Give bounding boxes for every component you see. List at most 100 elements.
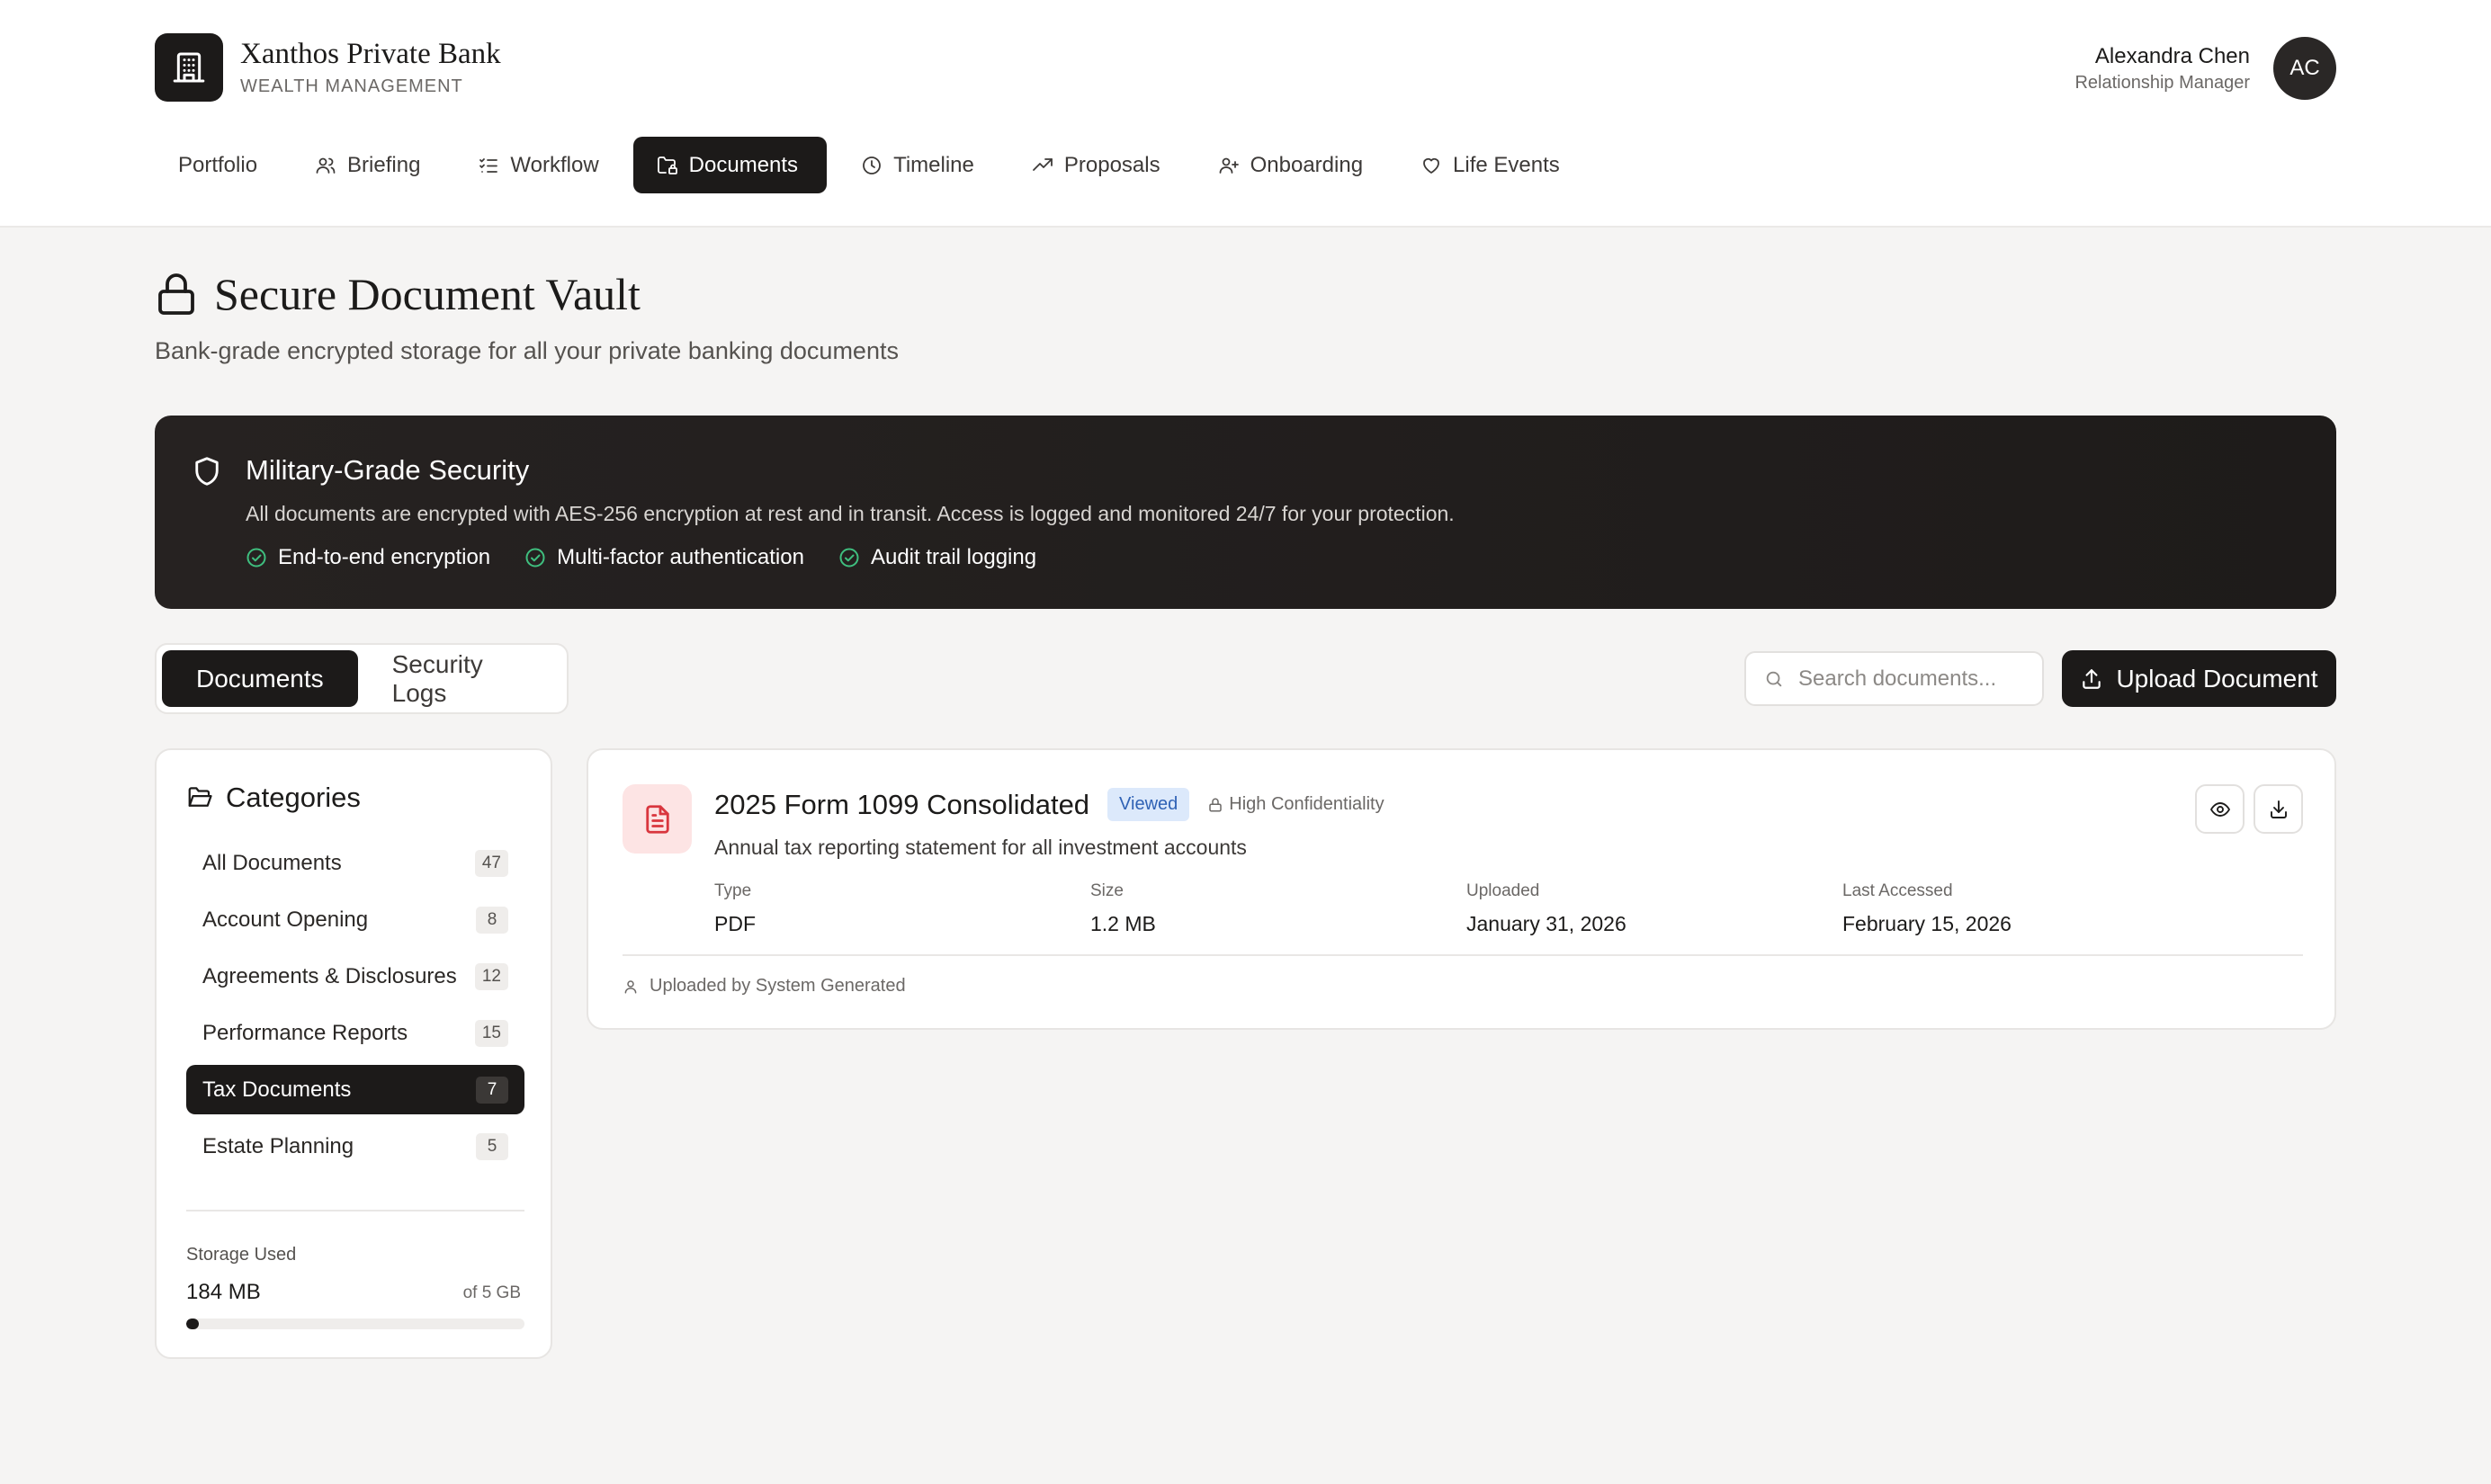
banner-title: Military-Grade Security <box>246 454 530 486</box>
document-title[interactable]: 2025 Form 1099 Consolidated <box>714 789 1089 821</box>
main-nav: Portfolio Briefing Workflow Documents Ti… <box>155 137 1594 193</box>
categories-panel: Categories All Documents 47 Account Open… <box>155 748 552 1359</box>
users-icon <box>316 157 336 174</box>
nav-label: Briefing <box>347 152 421 177</box>
upload-label: Upload Document <box>2116 664 2318 693</box>
user-menu[interactable]: Alexandra Chen Relationship Manager AC <box>2074 37 2336 100</box>
trending-up-icon <box>1032 157 1053 171</box>
tab-documents[interactable]: Documents <box>162 650 358 707</box>
category-item-agreements-disclosures[interactable]: Agreements & Disclosures 12 <box>186 952 524 1001</box>
brand-name: Xanthos Private Bank <box>240 38 501 71</box>
nav-item-onboarding[interactable]: Onboarding <box>1195 137 1386 193</box>
banner-description: All documents are encrypted with AES-256… <box>246 502 1455 525</box>
folder-lock-icon <box>657 156 677 174</box>
divider <box>623 954 2303 956</box>
category-count: 8 <box>476 906 508 934</box>
storage-used: 184 MB <box>186 1280 261 1304</box>
lock-icon <box>158 273 194 315</box>
categories-title: Categories <box>226 782 361 813</box>
meta-size: Size 1.2 MB <box>1090 881 1466 936</box>
nav-item-briefing[interactable]: Briefing <box>291 137 444 193</box>
user-plus-icon <box>1219 157 1239 174</box>
search-box[interactable] <box>1744 651 2044 706</box>
page-header: Secure Document Vault <box>155 268 641 320</box>
feature-label: Audit trail logging <box>870 545 1037 569</box>
uploaded-by-text: Uploaded by System Generated <box>650 976 906 996</box>
category-item-performance-reports[interactable]: Performance Reports 15 <box>186 1008 524 1058</box>
category-item-tax-documents[interactable]: Tax Documents 7 <box>186 1065 524 1114</box>
lock-icon <box>1209 798 1223 811</box>
category-count: 5 <box>476 1132 508 1160</box>
document-meta: Type PDF Size 1.2 MB Uploaded January 31… <box>714 881 2218 936</box>
nav-item-portfolio[interactable]: Portfolio <box>155 137 281 193</box>
file-text-icon <box>623 784 692 854</box>
search-input[interactable] <box>1798 666 2023 692</box>
category-item-all-documents[interactable]: All Documents 47 <box>186 838 524 888</box>
clock-icon <box>863 156 881 174</box>
download-document-button[interactable] <box>2254 784 2303 834</box>
security-features: End-to-end encryption Multi-factor authe… <box>246 545 1071 570</box>
upload-icon <box>2083 668 2101 689</box>
category-label: Performance Reports <box>202 1020 408 1045</box>
confidentiality-text: High Confidentiality <box>1229 794 1384 814</box>
meta-type: Type PDF <box>714 881 1090 936</box>
category-item-estate-planning[interactable]: Estate Planning 5 <box>186 1122 524 1171</box>
user-role: Relationship Manager <box>2074 72 2250 93</box>
category-count: 7 <box>476 1076 508 1104</box>
user-icon <box>624 979 637 993</box>
uploaded-by: Uploaded by System Generated <box>623 976 906 997</box>
category-list: All Documents 47 Account Opening 8 Agree… <box>186 838 524 1178</box>
meta-value: February 15, 2026 <box>1842 912 2012 935</box>
nav-item-documents[interactable]: Documents <box>632 137 828 193</box>
nav-label: Proposals <box>1063 152 1160 177</box>
category-label: All Documents <box>202 850 342 875</box>
check-circle-icon <box>839 548 859 568</box>
category-label: Estate Planning <box>202 1133 354 1158</box>
document-description: Annual tax reporting statement for all i… <box>714 836 1247 859</box>
document-card[interactable]: 2025 Form 1099 Consolidated Viewed High … <box>587 748 2336 1030</box>
view-document-button[interactable] <box>2195 784 2245 834</box>
nav-item-timeline[interactable]: Timeline <box>838 137 998 193</box>
tab-security-logs[interactable]: Security Logs <box>358 650 561 707</box>
check-circle-icon <box>525 548 545 568</box>
shield-icon <box>195 457 219 486</box>
meta-label: Last Accessed <box>1842 881 1953 900</box>
feature-item: End-to-end encryption <box>246 545 490 570</box>
storage-label: Storage Used <box>186 1245 297 1265</box>
storage-total: of 5 GB <box>462 1283 521 1302</box>
meta-label: Size <box>1090 881 1124 900</box>
categories-header: Categories <box>186 782 361 814</box>
meta-value: 1.2 MB <box>1090 912 1156 935</box>
meta-label: Uploaded <box>1466 881 1540 900</box>
category-count: 12 <box>474 962 508 990</box>
feature-label: Multi-factor authentication <box>557 545 804 569</box>
folder-open-icon <box>188 787 212 807</box>
nav-label: Onboarding <box>1250 152 1364 177</box>
brand[interactable]: Xanthos Private Bank WEALTH MANAGEMENT <box>155 33 501 102</box>
page-title: Secure Document Vault <box>214 269 641 319</box>
meta-value: January 31, 2026 <box>1466 912 1626 935</box>
storage-progress-fill <box>186 1319 199 1329</box>
nav-item-life-events[interactable]: Life Events <box>1397 137 1583 193</box>
eye-icon <box>2209 801 2230 817</box>
page-subtitle: Bank-grade encrypted storage for all you… <box>155 337 899 364</box>
nav-label: Timeline <box>893 152 974 177</box>
nav-item-proposals[interactable]: Proposals <box>1008 137 1184 193</box>
meta-uploaded: Uploaded January 31, 2026 <box>1466 881 1842 936</box>
bank-building-icon <box>155 33 223 102</box>
category-label: Agreements & Disclosures <box>202 963 457 988</box>
user-name: Alexandra Chen <box>2094 43 2250 68</box>
meta-label: Type <box>714 881 752 900</box>
status-badge: Viewed <box>1107 788 1190 821</box>
category-item-account-opening[interactable]: Account Opening 8 <box>186 895 524 944</box>
view-tabs: Documents Security Logs <box>155 643 569 714</box>
list-checks-icon <box>479 157 498 173</box>
category-label: Account Opening <box>202 907 369 932</box>
nav-label: Workflow <box>510 152 599 177</box>
upload-document-button[interactable]: Upload Document <box>2062 650 2336 707</box>
category-count: 47 <box>474 849 508 877</box>
avatar[interactable]: AC <box>2273 37 2336 100</box>
category-label: Tax Documents <box>202 1077 352 1102</box>
nav-item-workflow[interactable]: Workflow <box>454 137 622 193</box>
meta-value: PDF <box>714 912 756 935</box>
